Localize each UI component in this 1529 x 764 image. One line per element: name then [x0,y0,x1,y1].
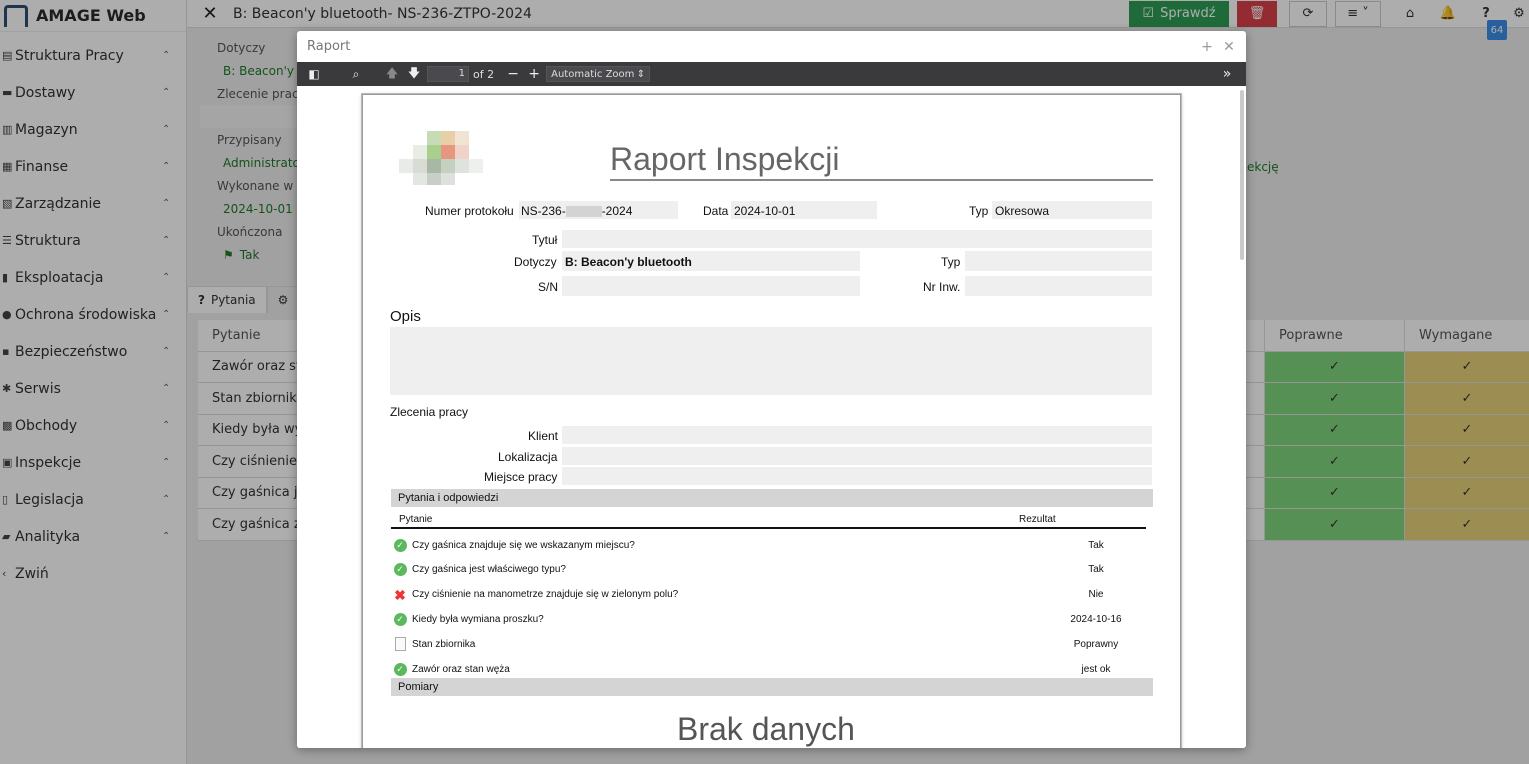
check-circle-icon: ✓ [393,662,407,676]
page-number-input[interactable]: 1 [427,66,469,82]
qa-result: Tak [1088,539,1104,551]
miejsce-label: Miejsce pracy [484,470,558,484]
miejsce-field [562,467,1152,485]
zoom-in-icon[interactable]: + [526,62,542,86]
qa-row: ✖ Czy ciśnienie na manometrze znajduje si… [391,583,1151,607]
page-total: of 2 [473,67,495,81]
sidebar-toggle-icon[interactable]: ◧ [301,62,327,86]
opis-label: Opis [390,308,421,325]
qa-question: Czy gaśnica znajduje się we wskazanym mi… [412,539,635,551]
close-icon[interactable]: ✕ [1218,39,1240,55]
qa-result: Nie [1088,589,1104,601]
lokalizacja-label: Lokalizacja [498,450,558,464]
qa-result: Poprawny [1073,638,1119,650]
no-data-text: Brak danych [677,711,855,747]
check-circle-icon: ✓ [391,612,409,626]
report-title: Raport Inspekcji [610,141,840,177]
lokalizacja-field [562,447,1152,465]
qa-result: 2024-10-16 [1070,613,1122,625]
protocol-label: Numer protokołu [425,204,514,218]
dotyczy-value: B: Beacon'y bluetooth [565,255,692,269]
company-logo [399,131,483,185]
document-icon [391,637,409,652]
qa-question: Czy ciśnienie na manometrze znajduje się… [412,589,679,601]
date-value: 2024-10-01 [734,204,796,218]
dotyczy-label: Dotyczy [514,255,557,269]
tools-menu-icon[interactable]: » [1214,62,1240,86]
qa-question: Zawór oraz stan węża [412,663,510,675]
pomiary-section-header: Pomiary [391,678,1153,696]
redacted-block [565,206,602,218]
qa-header-rule [391,527,1146,529]
qa-question: Czy gaśnica jest właściwego typu? [412,564,566,576]
opis-field [390,327,1152,395]
type-value: Okresowa [995,204,1050,218]
qa-row: Stan zbiornika Poprawny [391,632,1151,656]
klient-field [562,426,1152,444]
pdf-scrollbar[interactable] [1240,90,1244,260]
zoom-select[interactable]: Automatic Zoom ⇕ [546,66,651,82]
report-modal: Raport + ✕ ◧ ⌕ 🡅 🡇 1 of 2 − + Automatic … [297,31,1246,748]
typ2-label: Typ [941,255,961,269]
search-icon[interactable]: ⌕ [343,62,369,86]
qa-question: Kiedy była wymiana proszku? [412,613,544,625]
type-label: Typ [969,204,989,218]
zlecenia-label: Zlecenia pracy [390,405,469,419]
qa-row: ✓ Kiedy była wymiana proszku? 2024-10-16 [391,607,1151,631]
title-field [562,230,1152,248]
check-circle-icon: ✓ [391,538,409,552]
title-underline [610,179,1153,181]
check-circle-icon: ✓ [393,538,407,552]
document-icon [394,637,406,652]
check-circle-icon: ✓ [391,662,409,676]
check-circle-icon: ✓ [393,563,407,577]
qa-result: Tak [1088,564,1104,576]
modal-title: Raport [307,39,351,54]
zoom-out-icon[interactable]: − [500,62,526,86]
select-arrows-icon: ⇕ [636,68,646,80]
pdf-toolbar: ◧ ⌕ 🡅 🡇 1 of 2 − + Automatic Zoom ⇕ » [297,62,1246,86]
expand-icon[interactable]: + [1196,39,1218,55]
qa-result: jest ok [1081,663,1111,675]
nrinw-field [965,276,1152,296]
zoom-value: Automatic Zoom [551,68,635,80]
check-circle-icon: ✓ [393,612,407,626]
nrinw-label: Nr Inw. [923,280,961,294]
sn-field [562,276,860,296]
pdf-page: Raport Inspekcji Numer protokołu NS-236-… [362,94,1181,748]
pdf-viewer[interactable]: Raport Inspekcji Numer protokołu NS-236-… [297,86,1246,748]
next-page-icon[interactable]: 🡇 [405,62,423,86]
cross-icon: ✖ [391,588,409,602]
qa-row: ✓ Czy gaśnica znajduje się we wskazanym m… [391,533,1151,557]
prev-page-icon[interactable]: 🡅 [379,62,405,86]
qa-row: ✓ Czy gaśnica jest właściwego typu? Tak [391,558,1151,582]
klient-label: Klient [528,429,559,443]
qa-col-result: Rezultat [1019,514,1056,525]
protocol-value: NS-236- -2024 [521,204,633,218]
sn-label: S/N [538,280,559,294]
date-label: Data [703,204,729,218]
qa-col-question: Pytanie [399,514,433,525]
cross-icon: ✖ [394,586,406,603]
title-label: Tytuł [532,233,558,247]
qa-section-header: Pytania i odpowiedzi [391,489,1153,507]
qa-question: Stan zbiornika [412,638,476,650]
check-circle-icon: ✓ [391,563,409,577]
modal-header: Raport + ✕ [297,31,1246,62]
typ2-field [965,251,1152,271]
